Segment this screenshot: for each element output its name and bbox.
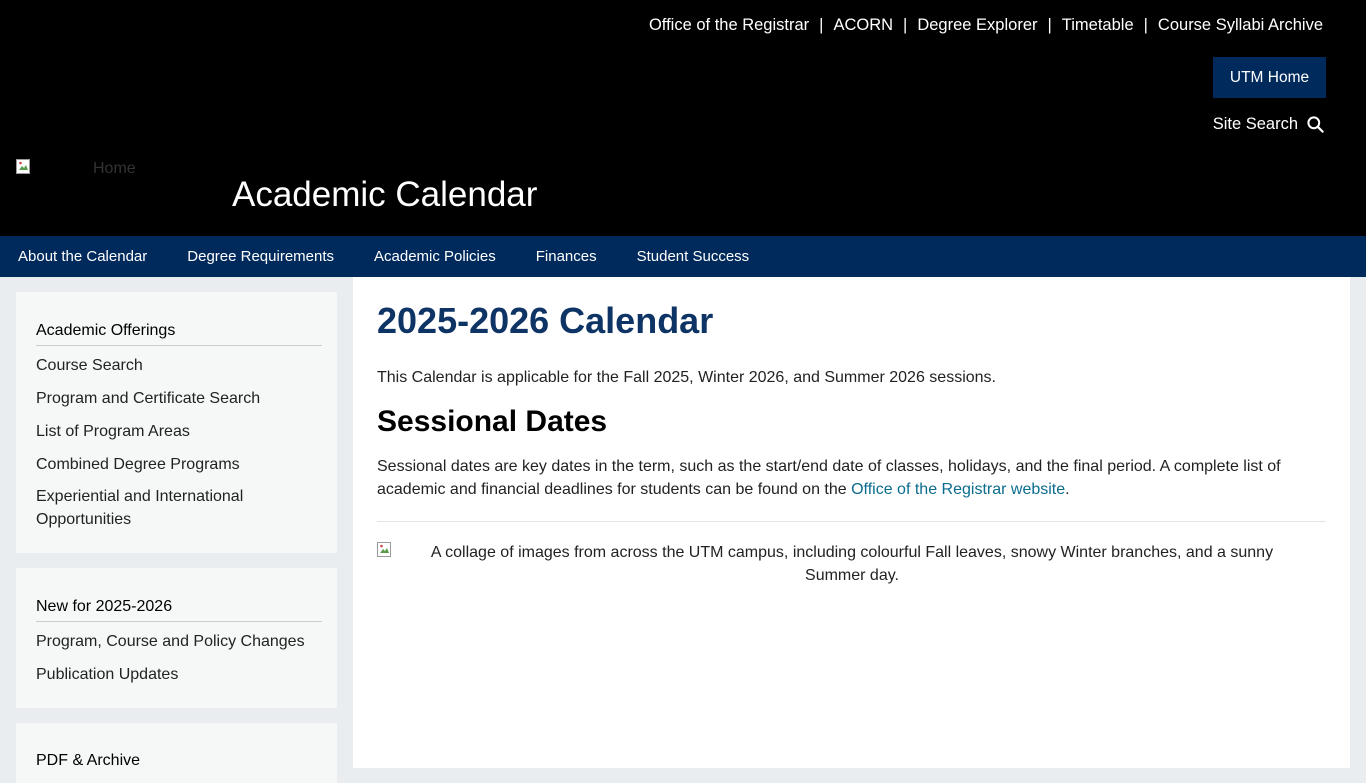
intro-text: This Calendar is applicable for the Fall… [377, 369, 996, 386]
divider [36, 621, 322, 622]
utm-home-button[interactable]: UTM Home [1213, 57, 1326, 98]
separator: | [819, 16, 824, 34]
separator: | [1143, 16, 1148, 34]
separator: | [903, 16, 908, 34]
nav-academic-policies[interactable]: Academic Policies [374, 248, 496, 265]
search-icon [1307, 116, 1324, 133]
sidebar-new-for-year: New for 2025-2026 Program, Course and Po… [16, 568, 337, 708]
site-search-toggle[interactable]: Site Search [1213, 115, 1324, 134]
main-content: 2025-2026 Calendar This Calendar is appl… [353, 277, 1350, 768]
nav-about-the-calendar[interactable]: About the Calendar [18, 248, 147, 265]
nav-student-success[interactable]: Student Success [637, 248, 750, 265]
site-title[interactable]: Academic Calendar [232, 175, 537, 215]
sidebar-link-program-certificate-search[interactable]: Program and Certificate Search [36, 387, 260, 410]
sessional-text: Sessional dates are key dates in the ter… [377, 458, 1281, 498]
link-office-of-registrar[interactable]: Office of the Registrar [649, 16, 809, 35]
sidebar-box-title: New for 2025-2026 [36, 598, 173, 615]
link-course-syllabi-archive[interactable]: Course Syllabi Archive [1158, 16, 1323, 35]
broken-image-icon[interactable] [16, 159, 32, 175]
sidebar-academic-offerings: Academic Offerings Course Search Program… [16, 292, 337, 553]
nav-finances[interactable]: Finances [536, 248, 597, 265]
broken-image-icon [377, 542, 391, 557]
nav-degree-requirements[interactable]: Degree Requirements [187, 248, 334, 265]
sidebar-link-program-course-policy-changes[interactable]: Program, Course and Policy Changes [36, 630, 305, 653]
sessional-dates-heading: Sessional Dates [377, 405, 608, 438]
main-navigation: About the Calendar Degree Requirements A… [0, 236, 1366, 277]
site-header: Office of the Registrar | ACORN | Degree… [0, 0, 1366, 236]
campus-collage-image-alt: A collage of images from across the UTM … [430, 544, 1274, 584]
sidebar-box-title: Academic Offerings [36, 322, 176, 339]
sidebar-link-course-search[interactable]: Course Search [36, 354, 143, 377]
registrar-website-link[interactable]: Office of the Registrar website [851, 481, 1065, 498]
utility-links: Office of the Registrar | ACORN | Degree… [649, 16, 1323, 35]
link-degree-explorer[interactable]: Degree Explorer [917, 16, 1037, 35]
site-search-label: Site Search [1212, 115, 1298, 133]
link-timetable[interactable]: Timetable [1062, 16, 1134, 35]
divider [36, 345, 322, 346]
sidebar-pdf-archive: PDF & Archive [16, 723, 337, 783]
sidebar-link-program-areas[interactable]: List of Program Areas [36, 420, 190, 443]
sidebar-link-combined-degree-programs[interactable]: Combined Degree Programs [36, 453, 240, 476]
sidebar-box-title: PDF & Archive [36, 752, 141, 769]
link-acorn[interactable]: ACORN [833, 16, 893, 35]
sidebar-link-experiential-international[interactable]: Experiential and International Opportuni… [36, 485, 276, 531]
page-title: 2025-2026 Calendar [377, 300, 714, 341]
logo-home-link[interactable]: Home [93, 160, 136, 178]
sidebar-link-publication-updates[interactable]: Publication Updates [36, 663, 178, 686]
divider [377, 521, 1326, 522]
sessional-dates-text: Sessional dates are key dates in the ter… [377, 455, 1317, 501]
separator: | [1047, 16, 1052, 34]
sentence-end: . [1065, 481, 1070, 498]
